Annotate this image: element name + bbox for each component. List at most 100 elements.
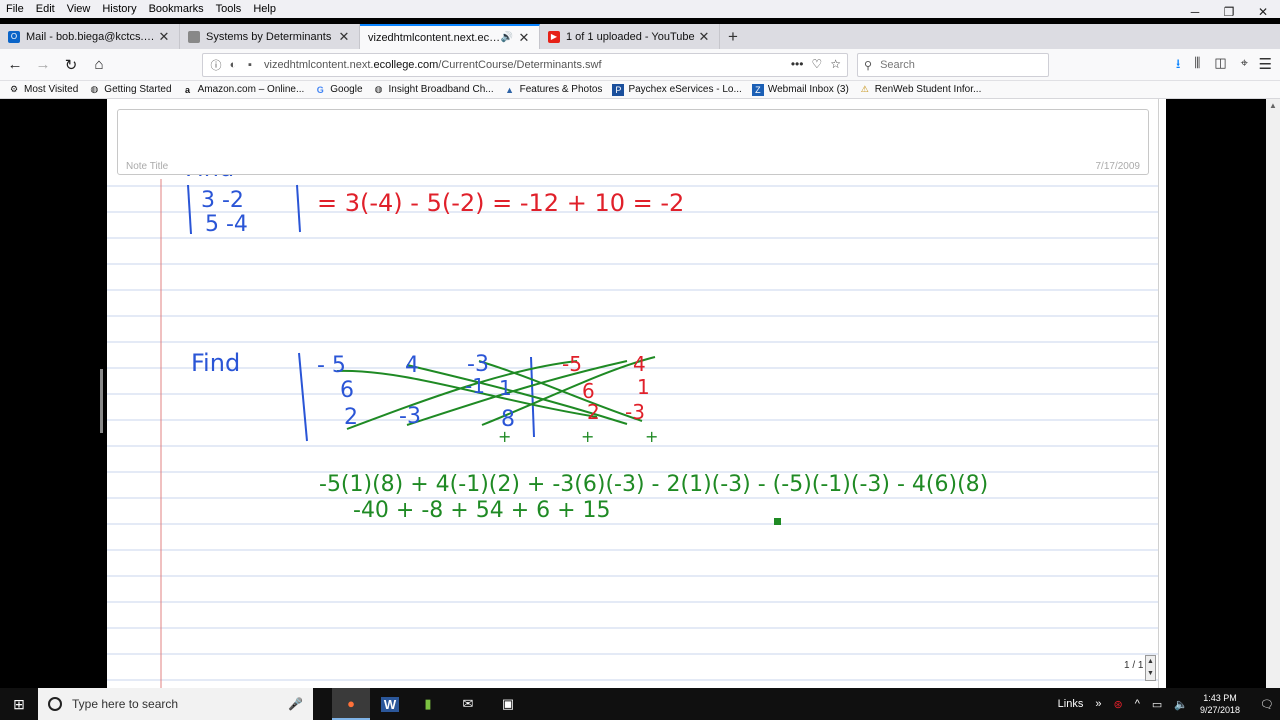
tab-title: 1 of 1 uploaded - YouTube xyxy=(566,30,695,43)
close-tab-icon[interactable]: ✕ xyxy=(517,30,531,46)
matrix2-r2c2: -1 xyxy=(465,374,485,398)
url-text[interactable]: vizedhtmlcontent.next.ecollege.com/Curre… xyxy=(264,59,602,71)
microphone-icon[interactable]: 🎤 xyxy=(288,697,303,711)
pocket-icon[interactable]: ♡ xyxy=(811,57,822,71)
bookmark-label: Most Visited xyxy=(24,84,79,95)
menu-tools[interactable]: Tools xyxy=(210,0,248,18)
taskbar-search-placeholder: Type here to search xyxy=(72,697,179,711)
clock[interactable]: 1:43 PM 9/27/2018 xyxy=(1200,692,1240,716)
matrix2-r1c2: 4 xyxy=(405,353,419,378)
bookmark-google[interactable]: G Google xyxy=(314,84,363,96)
speaker-icon[interactable]: 🔊 xyxy=(501,32,513,43)
side-tab xyxy=(100,369,103,433)
menu-view[interactable]: View xyxy=(61,0,97,18)
menu-file[interactable]: File xyxy=(0,0,30,18)
note-title-box[interactable]: Note Title 7/17/2009 xyxy=(117,109,1149,175)
matrix2-r3c1: 2 xyxy=(344,405,358,430)
library-icon[interactable]: ⫼ xyxy=(1194,55,1200,77)
notification-icon[interactable]: 🗨 xyxy=(1260,698,1274,711)
page-stepper[interactable]: ▲ ▼ xyxy=(1145,655,1156,681)
bookmark-label: Webmail Inbox (3) xyxy=(767,84,849,95)
network-icon[interactable]: ▭ xyxy=(1152,698,1162,711)
windows-start-icon[interactable]: ⊞ xyxy=(0,688,38,720)
matrix2-r1c1: - 5 xyxy=(317,353,346,378)
note-title-label: Note Title xyxy=(126,161,169,172)
matrix1-row2: 5 -4 xyxy=(205,212,248,237)
bookmark-getting-started[interactable]: ◍ Getting Started xyxy=(88,84,171,96)
home-button[interactable]: ⌂ xyxy=(86,52,112,78)
lock-icon: ▪ xyxy=(248,59,252,71)
tab-mail[interactable]: O Mail - bob.biega@kctcs.edu ✕ xyxy=(0,24,180,49)
url-bar[interactable]: ⓘ ◐ ▪ vizedhtmlcontent.next.ecollege.com… xyxy=(202,53,848,77)
close-tab-icon[interactable]: ✕ xyxy=(157,29,171,45)
minimize-icon[interactable]: ─ xyxy=(1178,0,1212,24)
taskbar-search-input[interactable]: Type here to search 🎤 xyxy=(38,688,313,720)
page-down-icon[interactable]: ▼ xyxy=(1146,668,1155,680)
ext-r1c2: 4 xyxy=(633,352,646,376)
url-domain: ecollege.com xyxy=(373,59,439,71)
bookmark-insight[interactable]: ◍ Insight Broadband Ch... xyxy=(373,84,494,96)
firefox-icon[interactable]: ● xyxy=(332,688,370,720)
sidebar-icon[interactable]: ◫ xyxy=(1214,55,1226,77)
close-tab-icon[interactable]: ✕ xyxy=(337,29,351,45)
tab-youtube[interactable]: ▶ 1 of 1 uploaded - YouTube ✕ xyxy=(540,24,720,49)
close-tab-icon[interactable]: ✕ xyxy=(697,29,711,45)
rule-lines xyxy=(107,185,1158,681)
bookmark-webmail[interactable]: Z Webmail Inbox (3) xyxy=(751,83,849,96)
help-icon[interactable]: ⊛ xyxy=(1113,698,1122,711)
word-icon[interactable]: W xyxy=(371,688,409,720)
bookmark-most-visited[interactable]: ⚙ Most Visited xyxy=(8,84,78,96)
download-icon[interactable]: ⭳ xyxy=(1176,55,1181,77)
clock-time: 1:43 PM xyxy=(1203,693,1237,703)
menu-help[interactable]: Help xyxy=(247,0,282,18)
matrix1-row1: 3 -2 xyxy=(201,188,244,213)
menu-bookmarks[interactable]: Bookmarks xyxy=(143,0,210,18)
vertical-scrollbar[interactable]: ▲ xyxy=(1266,99,1280,688)
mail-icon[interactable]: ✉ xyxy=(449,688,487,720)
bookmark-label: RenWeb Student Infor... xyxy=(874,84,982,95)
recorder-app-icon[interactable]: ▣ xyxy=(489,688,527,720)
bookmark-paychex[interactable]: P Paychex eServices - Lo... xyxy=(612,83,742,96)
tab-determinants-active[interactable]: vizedhtmlcontent.next.ecollege 🔊 ✕ xyxy=(360,24,540,49)
volume-icon[interactable]: 🔈 xyxy=(1174,698,1188,711)
scroll-up-icon[interactable]: ▲ xyxy=(1266,99,1280,113)
webmail-icon: Z xyxy=(751,83,764,96)
menu-icon[interactable]: ☰ xyxy=(1259,55,1272,73)
info-icon[interactable]: ⓘ xyxy=(209,57,223,73)
menu-history[interactable]: History xyxy=(96,0,142,18)
reload-button[interactable]: ↻ xyxy=(58,52,84,78)
page-actions-icon[interactable]: ••• xyxy=(791,57,804,71)
renweb-icon: ⚠ xyxy=(860,84,869,94)
matrix2-r3c2: -3 xyxy=(399,404,421,429)
search-icon: ⚲ xyxy=(864,59,873,72)
bookmark-amazon[interactable]: a Amazon.com – Online... xyxy=(182,84,304,96)
restore-icon[interactable]: ❐ xyxy=(1212,0,1246,24)
tab-title: Mail - bob.biega@kctcs.edu xyxy=(26,30,157,43)
search-input[interactable]: ⚲ Search xyxy=(857,53,1049,77)
overflow-icon[interactable]: » xyxy=(1095,698,1101,710)
page-up-icon[interactable]: ▲ xyxy=(1146,656,1155,668)
new-tab-button[interactable]: + xyxy=(720,24,746,49)
location-icon[interactable]: ⌖ xyxy=(1241,55,1248,77)
bookmark-renweb[interactable]: ⚠ RenWeb Student Infor... xyxy=(859,84,982,96)
menu-edit[interactable]: Edit xyxy=(30,0,61,18)
links-toolbar[interactable]: Links xyxy=(1058,698,1084,710)
bookmark-features-photos[interactable]: ▲ Features & Photos xyxy=(504,84,602,96)
bookmark-label: Paychex eServices - Lo... xyxy=(628,84,742,95)
show-hidden-icon[interactable]: ^ xyxy=(1135,698,1140,710)
menu-bar: File Edit View History Bookmarks Tools H… xyxy=(0,0,1280,18)
star-icon[interactable]: ☆ xyxy=(830,57,841,71)
close-window-icon[interactable]: ✕ xyxy=(1246,0,1280,24)
gear-icon: ⚙ xyxy=(9,84,19,94)
find-label-2: Find xyxy=(191,349,240,377)
products-line: -40 + -8 + 54 + 6 + 15 xyxy=(353,498,611,523)
tab-systems-by-determinants[interactable]: Systems by Determinants ✕ xyxy=(180,24,360,49)
outlook-icon: O xyxy=(8,30,20,43)
url-path: /CurrentCourse/Determinants.swf xyxy=(438,59,602,71)
youtube-icon: ▶ xyxy=(548,30,560,43)
back-button[interactable]: ← xyxy=(2,52,28,78)
forward-button[interactable]: → xyxy=(30,52,56,78)
notes-app-icon[interactable]: ▮ xyxy=(409,688,447,720)
matrix2-r1c3: -3 xyxy=(467,352,489,377)
shield-icon[interactable]: ◐ xyxy=(226,59,240,71)
